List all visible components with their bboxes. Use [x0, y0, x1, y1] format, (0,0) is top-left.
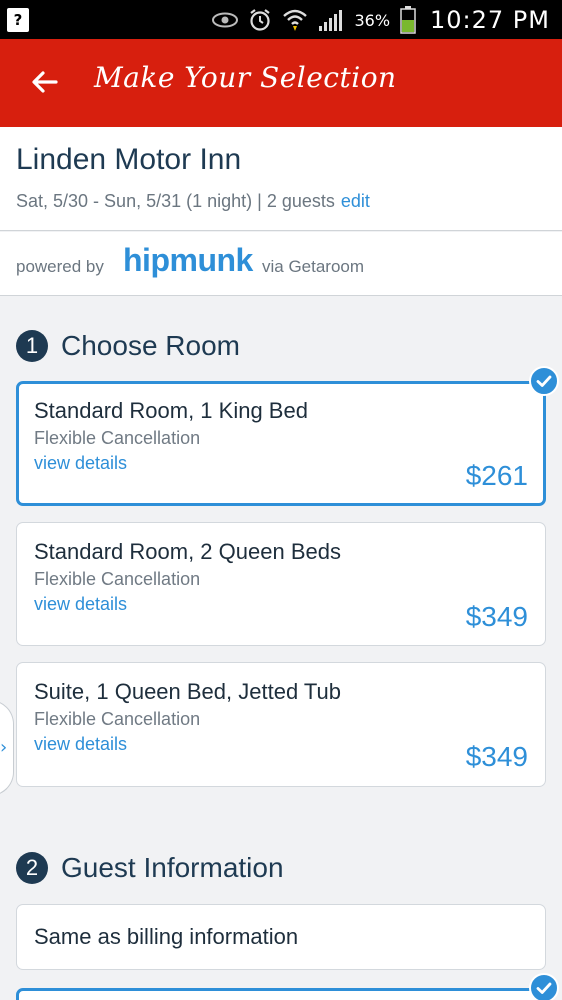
room-option-card[interactable]: Standard Room, 2 Queen Beds Flexible Can… — [16, 522, 546, 646]
room-name: Standard Room, 1 King Bed — [34, 398, 308, 423]
via-getaroom-label: via Getaroom — [262, 257, 365, 276]
hotel-header: Linden Motor Inn Sat, 5/30 - Sun, 5/31 (… — [0, 127, 562, 231]
step-number-badge: 1 — [16, 330, 48, 362]
powered-by-label: powered by — [16, 257, 104, 276]
clock: 10:27 PM — [430, 6, 550, 34]
eye-icon — [212, 12, 239, 28]
section-title: Guest Information — [61, 852, 284, 883]
section-title: Choose Room — [61, 330, 240, 361]
cancellation-policy: Flexible Cancellation — [34, 709, 201, 729]
billing-option-card[interactable]: Same as billing information — [16, 904, 546, 970]
app-toolbar: Make Your Selection — [0, 39, 562, 127]
battery-percent: 36% — [354, 10, 391, 30]
view-details-link[interactable]: view details — [34, 453, 127, 474]
status-icons: 36% 10:27 PM — [212, 3, 550, 37]
selected-check-icon — [529, 366, 559, 396]
powered-by-bar: powered by hipmunk via Getaroom — [0, 232, 562, 296]
room-option-card[interactable]: Standard Room, 1 King Bed Flexible Cance… — [16, 381, 546, 506]
side-drawer-handle[interactable]: › — [0, 700, 14, 796]
hipmunk-logo: hipmunk — [123, 242, 253, 278]
toolbar-title: Make Your Selection — [94, 61, 397, 94]
signal-icon — [318, 8, 344, 32]
edit-link[interactable]: edit — [341, 191, 370, 211]
selected-check-icon — [529, 973, 559, 1000]
guest-info-heading: 2 Guest Information — [16, 852, 284, 884]
notification-icon: ? — [7, 8, 29, 32]
guest-option-card[interactable] — [16, 988, 546, 1000]
cancellation-policy: Flexible Cancellation — [34, 569, 201, 589]
back-arrow-icon[interactable] — [28, 65, 62, 99]
view-details-link[interactable]: view details — [34, 734, 127, 755]
stay-summary: Sat, 5/30 - Sun, 5/31 (1 night) | 2 gues… — [16, 191, 370, 212]
status-bar: ? 36% 10:27 PM — [0, 0, 562, 39]
room-name: Standard Room, 2 Queen Beds — [34, 539, 341, 564]
step-number-badge: 2 — [16, 852, 48, 884]
same-as-billing-label: Same as billing information — [34, 924, 299, 949]
room-name: Suite, 1 Queen Bed, Jetted Tub — [34, 679, 341, 704]
view-details-link[interactable]: view details — [34, 594, 127, 615]
cancellation-policy: Flexible Cancellation — [34, 428, 201, 448]
room-price: $349 — [465, 601, 528, 632]
room-option-card[interactable]: Suite, 1 Queen Bed, Jetted Tub Flexible … — [16, 662, 546, 787]
room-price: $349 — [465, 741, 528, 772]
battery-icon — [400, 6, 416, 34]
stay-dates: Sat, 5/30 - Sun, 5/31 (1 night) | 2 gues… — [16, 191, 335, 211]
wifi-icon — [282, 8, 308, 32]
hotel-name: Linden Motor Inn — [16, 143, 242, 176]
choose-room-heading: 1 Choose Room — [16, 330, 240, 362]
alarm-icon — [248, 8, 272, 32]
chevron-right-icon: › — [0, 737, 8, 758]
room-price: $261 — [465, 460, 528, 491]
